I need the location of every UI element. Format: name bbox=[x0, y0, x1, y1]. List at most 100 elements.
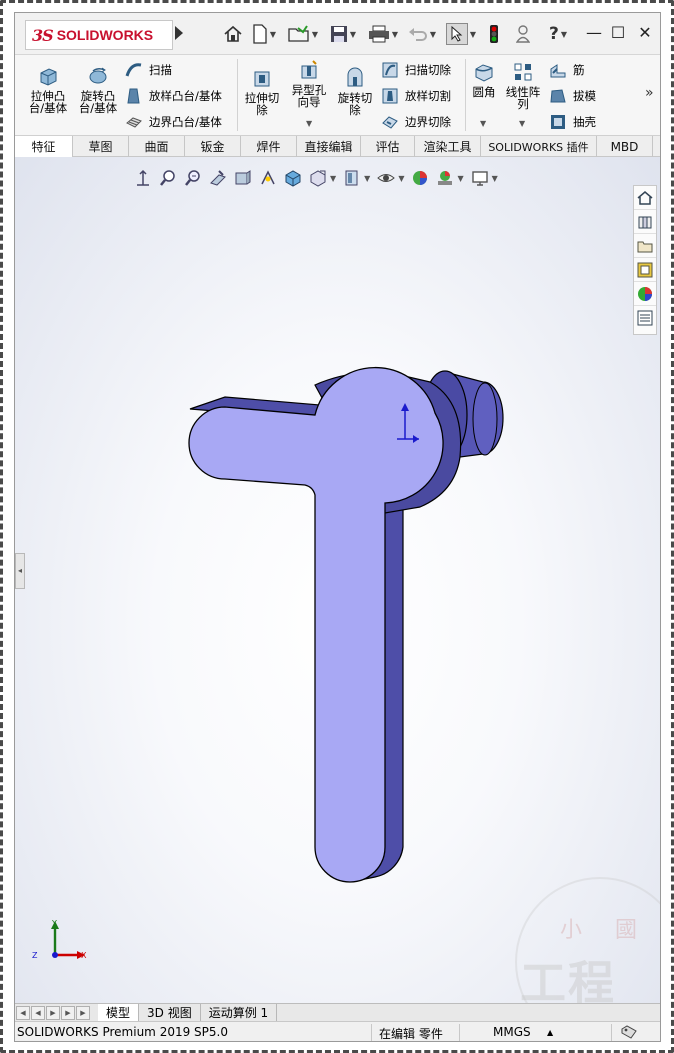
shell-button[interactable]: 抽壳 bbox=[549, 113, 596, 131]
rib-icon bbox=[550, 64, 566, 78]
fillet-button[interactable]: 圆角 bbox=[469, 61, 499, 98]
lofted-cut-button[interactable]: 放样切割 bbox=[381, 87, 451, 105]
open-folder-icon[interactable]: ▼ bbox=[286, 21, 320, 47]
close-button[interactable]: ✕ bbox=[634, 23, 656, 42]
tab-model[interactable]: 模型 bbox=[98, 1004, 140, 1021]
status-bar: SOLIDWORKS Premium 2019 SP5.0 在编辑 零件 MMG… bbox=[15, 1021, 660, 1041]
tab-sketch[interactable]: 草图 bbox=[73, 136, 129, 157]
draft-label: 拔模 bbox=[573, 89, 596, 103]
hole-wizard-label: 异型孔向导 bbox=[291, 83, 327, 109]
linear-pattern-button[interactable]: 线性阵列 bbox=[503, 61, 543, 110]
unit-system[interactable]: MMGS bbox=[493, 1025, 531, 1039]
extrude-boss-label: 拉伸凸台/基体 bbox=[28, 89, 68, 115]
rib-button[interactable]: 筋 bbox=[549, 61, 585, 79]
undo-icon[interactable]: ▼ bbox=[405, 21, 439, 47]
sweep-icon bbox=[125, 63, 142, 77]
hole-wizard-dropdown-icon[interactable]: ▼ bbox=[306, 119, 312, 128]
draft-button[interactable]: 拔模 bbox=[549, 87, 596, 105]
solidworks-logo[interactable]: 3S SOLIDWORKS bbox=[25, 20, 173, 50]
maximize-button[interactable]: ☐ bbox=[607, 23, 629, 42]
minimize-button[interactable]: — bbox=[583, 23, 605, 42]
ribbon-more-button[interactable]: » bbox=[645, 85, 654, 101]
logo-text: SOLIDWORKS bbox=[56, 27, 154, 43]
graphics-viewport[interactable]: ▼ ▼ ▼ ▼ ▼ ◂ 工程师 小 國 bbox=[15, 157, 660, 1041]
tab-mbd[interactable]: MBD bbox=[597, 136, 653, 157]
solidworks-window: 3S SOLIDWORKS ▼ ▼ ▼ ▼ ▼ ▼ ? ▼ — ☐ ✕ 拉伸凸台… bbox=[14, 12, 661, 1042]
lofted-cut-icon bbox=[382, 88, 398, 104]
tab-sheet-metal[interactable]: 钣金 bbox=[185, 136, 241, 157]
lofted-cut-label: 放样切割 bbox=[405, 89, 451, 103]
ribbon-separator bbox=[465, 59, 466, 131]
tab-surfaces[interactable]: 曲面 bbox=[129, 136, 185, 157]
loft-boss-icon bbox=[127, 88, 140, 104]
help-label: ? bbox=[548, 24, 559, 44]
tab-evaluate[interactable]: 评估 bbox=[361, 136, 415, 157]
prev-tab-icon[interactable]: ◀ bbox=[31, 1005, 45, 1020]
revolve-boss-icon bbox=[89, 67, 107, 84]
triad-x-label: X bbox=[81, 951, 87, 960]
model-view-tabs: ◀ ◀ ▶ ▶ ▶ 模型 3D 视图 运动算例 1 bbox=[15, 1003, 660, 1021]
new-document-icon[interactable]: ▼ bbox=[249, 21, 279, 47]
status-separator bbox=[459, 1024, 460, 1041]
options-icon[interactable] bbox=[512, 21, 534, 47]
command-manager-ribbon: 拉伸凸台/基体 旋转凸台/基体 扫描 放样凸台/基体 边界凸台/基体 拉伸切除 … bbox=[15, 55, 660, 135]
print-icon[interactable]: ▼ bbox=[365, 21, 401, 47]
rebuild-icon[interactable] bbox=[485, 21, 503, 47]
boundary-boss-label: 边界凸台/基体 bbox=[149, 115, 222, 129]
home-icon[interactable] bbox=[221, 21, 245, 47]
product-version: SOLIDWORKS Premium 2019 SP5.0 bbox=[17, 1025, 228, 1039]
tab-features[interactable]: 特征 bbox=[15, 136, 73, 157]
loft-boss-label: 放样凸台/基体 bbox=[149, 89, 222, 103]
swept-cut-button[interactable]: 扫描切除 bbox=[381, 61, 451, 79]
3d-part-model[interactable] bbox=[15, 157, 660, 1003]
extrude-cut-label: 拉伸切除 bbox=[244, 91, 280, 117]
hole-wizard-button[interactable]: 异型孔向导 bbox=[287, 59, 331, 108]
ribbon-separator bbox=[237, 59, 238, 131]
fillet-icon bbox=[475, 64, 493, 82]
next-tab-icon[interactable]: ▶ bbox=[46, 1005, 60, 1020]
triad-y-label: Y bbox=[52, 919, 57, 928]
first-tab-icon[interactable]: ◀ bbox=[16, 1005, 30, 1020]
select-icon[interactable]: ▼ bbox=[443, 21, 479, 47]
save-icon[interactable]: ▼ bbox=[327, 21, 359, 47]
fillet-dropdown-icon[interactable]: ▼ bbox=[480, 119, 486, 128]
unit-system-arrow-icon[interactable]: ▲ bbox=[547, 1028, 553, 1037]
extrude-cut-button[interactable]: 拉伸切除 bbox=[241, 67, 283, 116]
menu-expand-arrow-icon[interactable] bbox=[175, 26, 183, 40]
last-tab-icon[interactable]: ▶ bbox=[61, 1005, 75, 1020]
rib-label: 筋 bbox=[573, 63, 585, 77]
editing-status: 在编辑 零件 bbox=[379, 1027, 443, 1041]
tab-list-icon[interactable]: ▶ bbox=[76, 1005, 90, 1020]
boundary-boss-button[interactable]: 边界凸台/基体 bbox=[125, 113, 222, 131]
tab-weldments[interactable]: 焊件 bbox=[241, 136, 297, 157]
extrude-boss-button[interactable]: 拉伸凸台/基体 bbox=[25, 65, 71, 114]
status-separator bbox=[371, 1024, 372, 1041]
tag-icon[interactable] bbox=[621, 1025, 637, 1041]
tab-render-tools[interactable]: 渲染工具 bbox=[415, 136, 481, 157]
boundary-cut-icon bbox=[382, 116, 398, 129]
ds-logo-mark: 3S bbox=[32, 25, 54, 45]
revolve-boss-button[interactable]: 旋转凸台/基体 bbox=[75, 65, 121, 114]
hole-wizard-icon bbox=[301, 60, 317, 79]
revolve-cut-icon bbox=[347, 67, 363, 87]
boundary-cut-button[interactable]: 边界切除 bbox=[381, 113, 451, 131]
help-icon[interactable]: ? ▼ bbox=[541, 21, 575, 47]
swept-cut-icon bbox=[382, 62, 398, 78]
tab-solidworks-addins[interactable]: SOLIDWORKS 插件 bbox=[481, 136, 597, 157]
draft-icon bbox=[550, 89, 566, 103]
boundary-cut-label: 边界切除 bbox=[405, 115, 451, 129]
command-manager-tabs: 特征 草图 曲面 钣金 焊件 直接编辑 评估 渲染工具 SOLIDWORKS 插… bbox=[15, 135, 660, 157]
linear-pattern-label: 线性阵列 bbox=[505, 85, 541, 111]
title-bar: 3S SOLIDWORKS ▼ ▼ ▼ ▼ ▼ ▼ ? ▼ — ☐ ✕ bbox=[15, 13, 660, 55]
revolve-cut-button[interactable]: 旋转切除 bbox=[333, 67, 377, 116]
extrude-boss-icon bbox=[40, 68, 57, 86]
extrude-cut-icon bbox=[254, 71, 270, 87]
tab-direct-editing[interactable]: 直接编辑 bbox=[297, 136, 361, 157]
loft-boss-button[interactable]: 放样凸台/基体 bbox=[125, 87, 222, 105]
tab-motion-study-1[interactable]: 运动算例 1 bbox=[201, 1004, 278, 1021]
status-separator bbox=[611, 1024, 612, 1041]
linear-pattern-dropdown-icon[interactable]: ▼ bbox=[519, 119, 525, 128]
sweep-button[interactable]: 扫描 bbox=[125, 61, 172, 79]
fillet-label: 圆角 bbox=[472, 85, 496, 99]
tab-3d-views[interactable]: 3D 视图 bbox=[139, 1004, 201, 1021]
